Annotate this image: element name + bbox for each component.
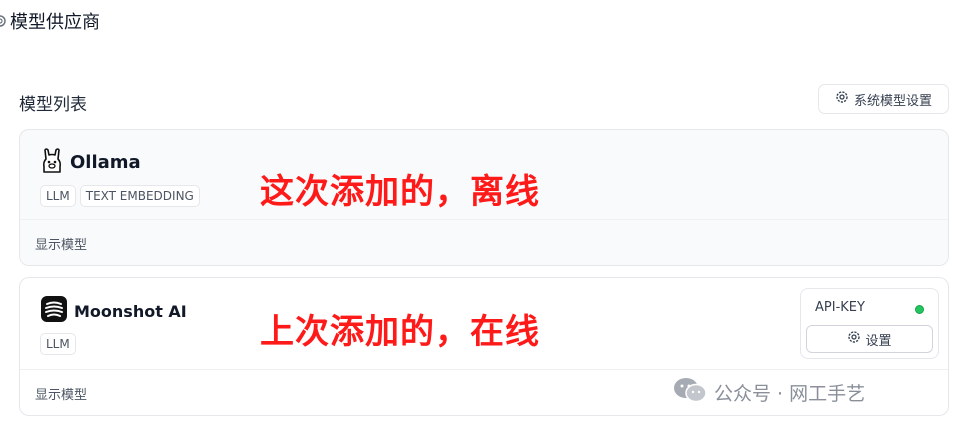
api-key-panel: API-KEY 设置 xyxy=(800,288,939,359)
tag-llm: LLM xyxy=(40,333,76,355)
page-title: 模型供应商 xyxy=(0,8,100,34)
provider-name: Ollama xyxy=(70,151,141,173)
moonshot-logo-icon xyxy=(40,295,68,327)
api-key-label: API-KEY xyxy=(815,300,865,315)
tag-list: LLM TEXT EMBEDDING xyxy=(40,185,200,207)
wechat-icon xyxy=(672,376,708,409)
provider-name: Moonshot AI xyxy=(74,301,187,321)
provider-card-ollama: Ollama LLM TEXT EMBEDDING 这次添加的，离线 显示模型 xyxy=(19,129,949,266)
watermark-text: 公众号 · 网工手艺 xyxy=(714,383,866,405)
status-online-indicator xyxy=(915,305,924,314)
section-title: 模型列表 xyxy=(19,95,87,115)
provider-header: Ollama xyxy=(40,147,141,177)
watermark: 公众号 · 网工手艺 xyxy=(672,376,865,409)
card-footer: 显示模型 xyxy=(20,219,948,265)
gear-icon xyxy=(835,90,849,108)
annotation-text: 这次添加的，离线 xyxy=(260,172,540,212)
provider-settings-button[interactable]: 设置 xyxy=(806,325,933,353)
page: 模型供应商 模型列表 系统模型设置 Ollama LLM TEXT EMBEDD… xyxy=(0,0,960,429)
settings-label: 设置 xyxy=(865,333,892,349)
tag-text-embedding: TEXT EMBEDDING xyxy=(79,185,200,207)
provider-header: Moonshot AI xyxy=(40,295,187,327)
page-title-text: 模型供应商 xyxy=(10,12,100,33)
system-model-settings-label: 系统模型设置 xyxy=(853,93,932,109)
tag-llm: LLM xyxy=(40,185,76,207)
show-models-button[interactable]: 显示模型 xyxy=(35,234,87,253)
llama-icon xyxy=(40,147,64,177)
annotation-text: 上次添加的，在线 xyxy=(260,312,540,352)
system-model-settings-button[interactable]: 系统模型设置 xyxy=(818,84,949,114)
gear-icon xyxy=(0,10,8,32)
gear-icon xyxy=(847,330,861,348)
show-models-button[interactable]: 显示模型 xyxy=(35,384,87,403)
tag-list: LLM xyxy=(40,333,76,355)
